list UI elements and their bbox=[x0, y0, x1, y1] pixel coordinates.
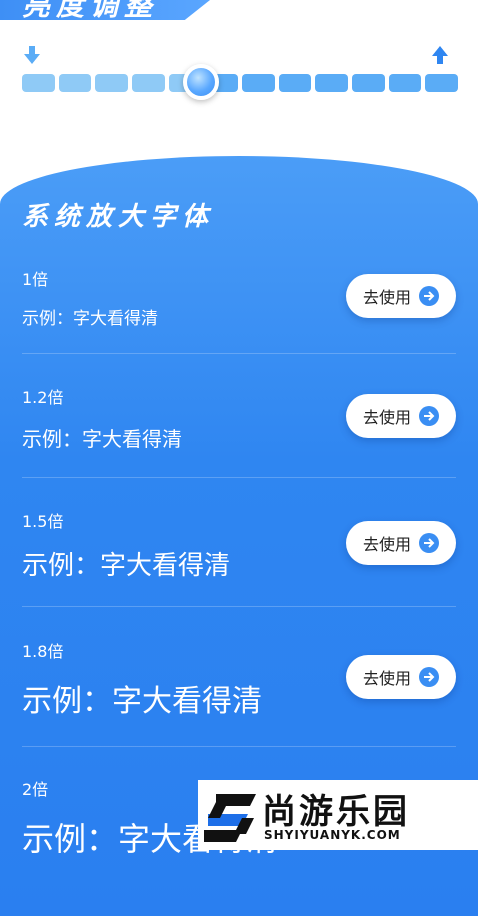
row-divider bbox=[22, 477, 456, 478]
slider-segment bbox=[132, 74, 165, 92]
slider-segment bbox=[278, 74, 312, 92]
use-button-label: 去使用 bbox=[362, 408, 411, 427]
use-button-1-5x[interactable]: 去使用 bbox=[346, 521, 456, 565]
slider-segment bbox=[388, 74, 422, 92]
use-button-label: 去使用 bbox=[362, 288, 411, 307]
font-option-size-label: 1.2倍 bbox=[22, 388, 64, 407]
use-button-1-8x[interactable]: 去使用 bbox=[346, 655, 456, 699]
row-divider bbox=[22, 746, 456, 747]
slider-segment bbox=[95, 74, 128, 92]
brightness-slider-thumb[interactable] bbox=[182, 64, 219, 100]
slider-segment bbox=[242, 74, 275, 92]
slider-segment bbox=[22, 74, 55, 92]
use-button-label: 去使用 bbox=[362, 669, 411, 688]
font-option-size-label: 2倍 bbox=[22, 780, 49, 799]
watermark-name: 尚游乐园 bbox=[262, 792, 410, 832]
slider-segment bbox=[58, 74, 92, 92]
slider-segment bbox=[315, 74, 348, 92]
slider-segment bbox=[425, 74, 458, 92]
font-option-sample-text: 示例：字大看得清 bbox=[22, 427, 182, 451]
slider-segment bbox=[352, 74, 385, 92]
site-watermark: 尚游乐园 SHYIYUANYK.COM bbox=[198, 780, 478, 850]
watermark-url: SHYIYUANYK.COM bbox=[264, 828, 401, 842]
row-divider bbox=[22, 606, 456, 607]
font-option-sample-text: 示例：字大看得清 bbox=[22, 551, 231, 581]
font-option-sample-text: 示例：字大看得清 bbox=[22, 309, 158, 329]
font-option-size-label: 1.8倍 bbox=[22, 642, 64, 661]
use-button-label: 去使用 bbox=[362, 535, 411, 554]
font-section-title: 系统放大字体 bbox=[22, 202, 215, 232]
font-option-sample-text: 示例：字大看得清 bbox=[22, 684, 262, 719]
brightness-slider[interactable] bbox=[22, 64, 458, 100]
brightness-title: 亮度调整 bbox=[22, 0, 159, 22]
arrow-right-icon bbox=[419, 406, 439, 426]
arrow-down-icon bbox=[24, 46, 40, 64]
font-option-size-label: 1倍 bbox=[22, 270, 49, 289]
arrow-right-icon bbox=[419, 533, 439, 553]
font-option-size-label: 1.5倍 bbox=[22, 512, 64, 531]
use-button-1-2x[interactable]: 去使用 bbox=[346, 394, 456, 438]
arrow-up-icon bbox=[432, 46, 448, 64]
watermark-logo-icon bbox=[204, 794, 256, 842]
use-button-1x[interactable]: 去使用 bbox=[346, 274, 456, 318]
arrow-right-icon bbox=[419, 286, 439, 306]
arrow-right-icon bbox=[419, 667, 439, 687]
row-divider bbox=[22, 353, 456, 354]
